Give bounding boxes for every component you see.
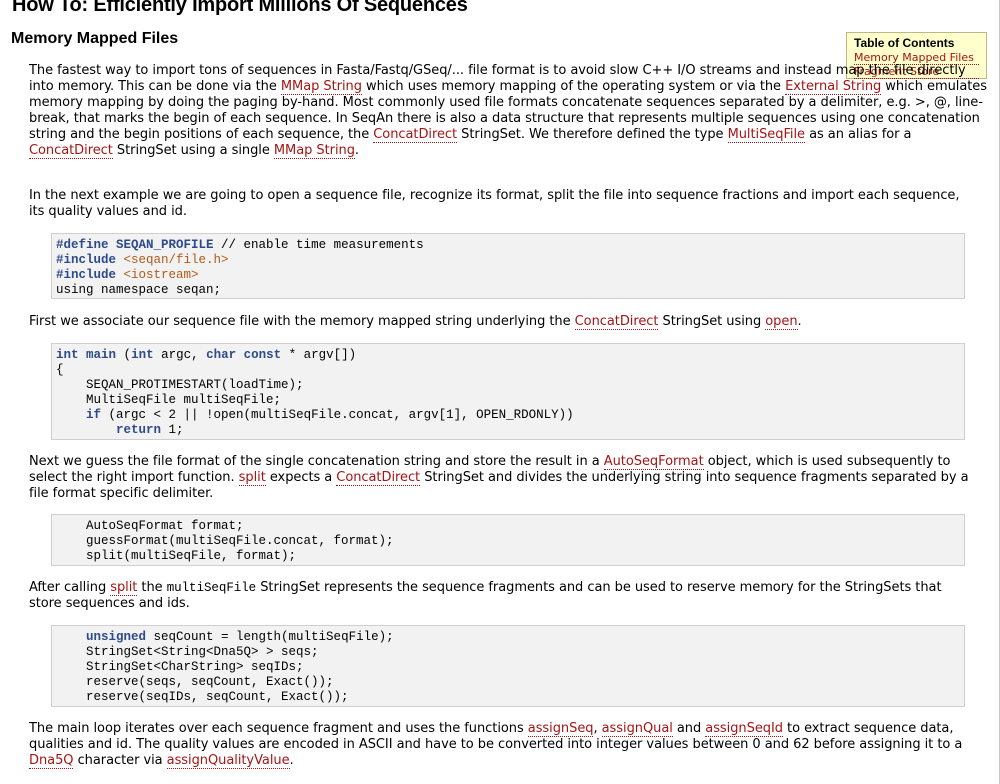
- link-autoseqformat[interactable]: AutoSeqFormat: [603, 454, 704, 470]
- code-block-main: int main (int argc, char const * argv[])…: [51, 343, 965, 440]
- text: .: [289, 753, 294, 768]
- guess-format-paragraph: Next we guess the file format of the sin…: [29, 454, 974, 502]
- text: .: [354, 143, 360, 158]
- link-assignqual[interactable]: assignQual: [601, 721, 673, 737]
- inline-code-multiseqfile: multiSeqFile: [166, 581, 257, 595]
- toc-title: Table of Contents: [854, 36, 955, 50]
- link-concatdirect[interactable]: ConcatDirect: [29, 143, 113, 159]
- link-concatdirect[interactable]: ConcatDirect: [574, 314, 659, 330]
- text: ,: [593, 721, 602, 736]
- text: .: [797, 314, 802, 329]
- text: which uses memory mapping of the operati…: [361, 79, 786, 94]
- link-external-string[interactable]: External String: [785, 79, 881, 95]
- text: First we associate our sequence file wit…: [29, 314, 575, 329]
- link-split[interactable]: split: [238, 470, 266, 486]
- text: as an alias for a: [805, 127, 912, 142]
- text: Next we guess the file format of the sin…: [29, 454, 604, 469]
- link-mmap-string[interactable]: MMap String: [280, 79, 362, 95]
- code-block-reserve: unsigned seqCount = length(multiSeqFile)…: [51, 625, 965, 707]
- main-loop-paragraph: The main loop iterates over each sequenc…: [29, 721, 974, 769]
- link-split[interactable]: split: [110, 580, 137, 596]
- code-block-includes: #define SEQAN_PROFILE // enable time mea…: [51, 233, 965, 299]
- text: and: [672, 721, 706, 736]
- text: StringSet. We therefore defined the type: [457, 127, 728, 142]
- link-concatdirect[interactable]: ConcatDirect: [336, 470, 420, 486]
- link-concatdirect[interactable]: ConcatDirect: [373, 127, 457, 143]
- text: StringSet using a single: [112, 143, 274, 158]
- example-paragraph: In the next example we are going to open…: [29, 188, 960, 219]
- link-dna5q[interactable]: Dna5Q: [29, 753, 74, 769]
- text: the: [137, 580, 167, 595]
- link-mmap-string[interactable]: MMap String: [273, 143, 355, 159]
- code-block-format: AutoSeqFormat format; guessFormat(multiS…: [51, 514, 965, 566]
- link-open[interactable]: open: [765, 314, 798, 330]
- associate-paragraph: First we associate our sequence file wit…: [29, 314, 964, 330]
- link-assignseqid[interactable]: assignSeqId: [705, 721, 783, 737]
- link-assignseq[interactable]: assignSeq: [527, 721, 594, 737]
- text: character via: [73, 753, 167, 768]
- text: The main loop iterates over each sequenc…: [29, 721, 528, 736]
- link-assignqualityvalue[interactable]: assignQualityValue: [166, 753, 290, 769]
- text: StringSet using: [658, 314, 766, 329]
- link-multiseqfile[interactable]: MultiSeqFile: [727, 127, 805, 143]
- text: After calling: [29, 580, 111, 595]
- intro-paragraph: The fastest way to import tons of sequen…: [29, 63, 991, 159]
- split-paragraph: After calling split the multiSeqFile Str…: [29, 580, 974, 612]
- text: expects a: [265, 470, 337, 485]
- page-title: How To: Efficiently Import Millions Of S…: [12, 0, 468, 16]
- section-title: Memory Mapped Files: [11, 30, 179, 47]
